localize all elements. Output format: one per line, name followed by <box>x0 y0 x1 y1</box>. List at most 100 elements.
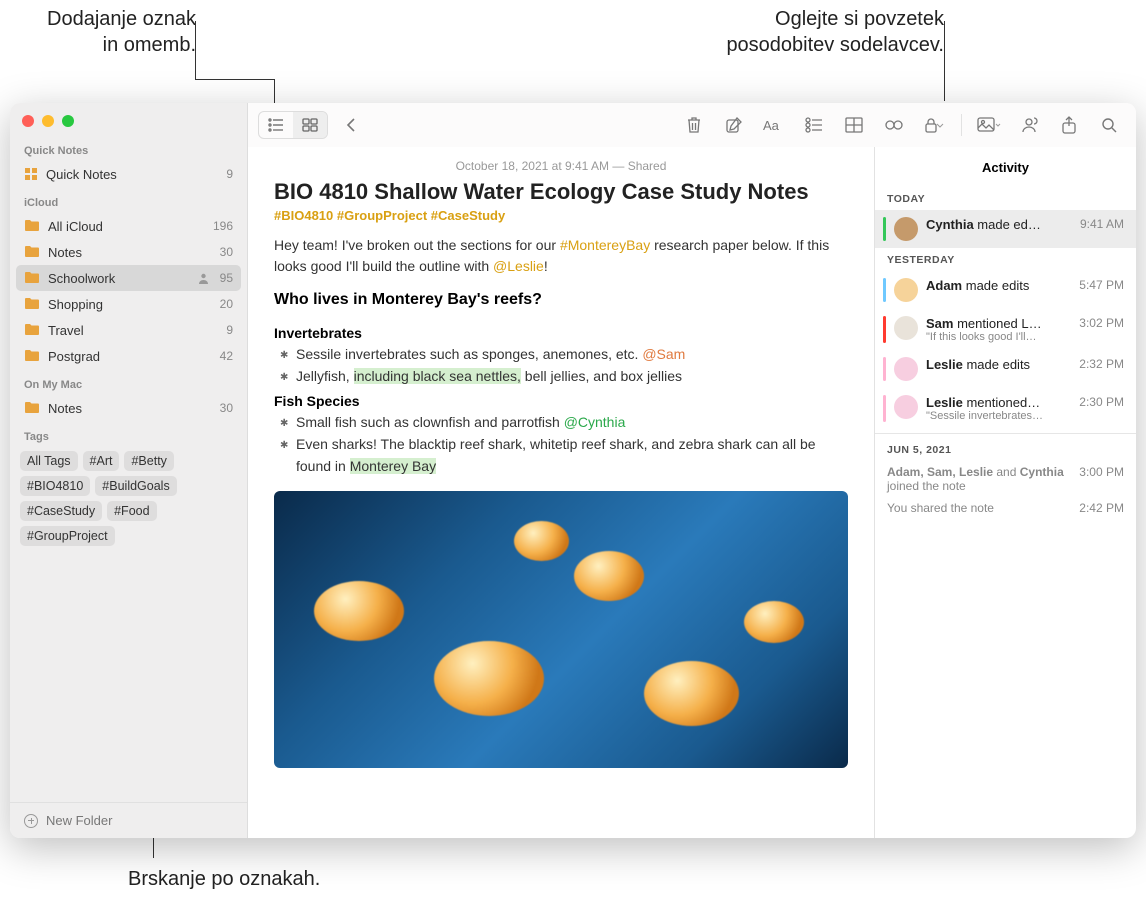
sidebar-item-label: Schoolwork <box>48 271 197 286</box>
bullet-list: Small fish such as clownfish and parrotf… <box>274 412 848 477</box>
activity-item[interactable]: Cynthia made ed… 9:41 AM <box>875 210 1136 248</box>
tag-chip[interactable]: #Food <box>107 501 156 521</box>
lock-button[interactable] <box>917 112 951 138</box>
activity-item[interactable]: Leslie made edits 2:32 PM <box>875 350 1136 388</box>
folder-icon <box>24 271 40 285</box>
checklist-button[interactable] <box>797 112 831 138</box>
activity-time: 2:42 PM <box>1079 501 1124 515</box>
folder-icon <box>24 297 40 311</box>
sidebar-item-notes[interactable]: Notes30 <box>10 239 247 265</box>
activity-edit-bar <box>883 357 886 381</box>
avatar <box>894 316 918 340</box>
callout-line <box>944 21 945 101</box>
avatar <box>894 357 918 381</box>
collaborate-button[interactable] <box>1012 112 1046 138</box>
folder-icon <box>24 401 40 415</box>
avatar <box>894 217 918 241</box>
callout-line <box>195 79 275 80</box>
note-subheading-fish: Fish Species <box>274 393 848 409</box>
window-controls <box>10 103 247 135</box>
activity-plain-item: Adam, Sam, Leslie and Cynthia joined the… <box>875 461 1136 497</box>
activity-text: Adam, Sam, Leslie and Cynthia joined the… <box>887 465 1079 493</box>
tag-chip[interactable]: #BuildGoals <box>95 476 176 496</box>
minimize-window-button[interactable] <box>42 115 54 127</box>
sidebar-item-all-icloud[interactable]: All iCloud196 <box>10 213 247 239</box>
mention-leslie[interactable]: @Leslie <box>493 258 544 274</box>
new-folder-button[interactable]: New Folder <box>10 802 247 838</box>
activity-time: 5:47 PM <box>1079 278 1124 292</box>
tag-chip[interactable]: #GroupProject <box>20 526 115 546</box>
activity-item[interactable]: Leslie mentioned… "Sessile invertebrates… <box>875 388 1136 429</box>
sidebar-item-label: Notes <box>48 401 214 416</box>
svg-text:Aa: Aa <box>763 118 780 133</box>
activity-time: 2:30 PM <box>1079 395 1124 409</box>
folder-icon <box>24 349 40 363</box>
compose-button[interactable] <box>717 112 751 138</box>
link-button[interactable] <box>877 112 911 138</box>
sidebar-item-label: Notes <box>48 245 214 260</box>
sidebar-item-count: 95 <box>220 271 233 285</box>
folder-icon <box>24 323 40 337</box>
tag-chip[interactable]: All Tags <box>20 451 78 471</box>
mention-sam[interactable]: @Sam <box>642 346 685 362</box>
note-image-attachment[interactable] <box>274 491 848 768</box>
sidebar-item-label: Travel <box>48 323 220 338</box>
hashtag-montereybay[interactable]: #MontereyBay <box>560 237 650 253</box>
table-button[interactable] <box>837 112 871 138</box>
tag-chip[interactable]: #BIO4810 <box>20 476 90 496</box>
quick-notes-icon <box>24 167 38 181</box>
note-title: BIO 4810 Shallow Water Ecology Case Stud… <box>274 179 848 205</box>
activity-section-older: JUN 5, 2021 <box>875 438 1136 461</box>
activity-text: Cynthia made ed… <box>926 217 1066 232</box>
folder-icon <box>24 245 40 259</box>
list-item: Small fish such as clownfish and parrotf… <box>296 412 848 434</box>
delete-button[interactable] <box>677 112 711 138</box>
tag-chip[interactable]: #Betty <box>124 451 173 471</box>
share-button[interactable] <box>1052 112 1086 138</box>
tag-chip[interactable]: #Art <box>83 451 120 471</box>
shared-icon <box>197 272 210 285</box>
gallery-view-button[interactable] <box>293 112 327 138</box>
format-button[interactable]: Aa <box>757 112 791 138</box>
activity-text: Leslie mentioned… <box>926 395 1065 410</box>
activity-edit-bar <box>883 316 886 343</box>
sidebar-item-label: All iCloud <box>48 219 207 234</box>
sidebar-item-quick-notes[interactable]: Quick Notes 9 <box>10 161 247 187</box>
search-button[interactable] <box>1092 112 1126 138</box>
mention-cynthia[interactable]: @Cynthia <box>564 414 626 430</box>
activity-text: You shared the note <box>887 501 1079 515</box>
activity-edit-bar <box>883 395 886 422</box>
sidebar-item-notes[interactable]: Notes30 <box>10 395 247 421</box>
close-window-button[interactable] <box>22 115 34 127</box>
app-window: Quick Notes Quick Notes 9 iCloud All iCl… <box>10 103 1136 838</box>
tag-chip[interactable]: #CaseStudy <box>20 501 102 521</box>
sidebar-section-on-my-mac: On My Mac <box>10 369 247 395</box>
activity-time: 2:32 PM <box>1079 357 1124 371</box>
sidebar-item-travel[interactable]: Travel9 <box>10 317 247 343</box>
sidebar-item-count: 9 <box>226 167 233 181</box>
sidebar: Quick Notes Quick Notes 9 iCloud All iCl… <box>10 103 248 838</box>
list-item: Jellyfish, including black sea nettles, … <box>296 366 848 388</box>
fullscreen-window-button[interactable] <box>62 115 74 127</box>
folder-icon <box>24 219 40 233</box>
media-button[interactable] <box>972 112 1006 138</box>
activity-text: Adam made edits <box>926 278 1065 293</box>
activity-item[interactable]: Sam mentioned L… "If this looks good I'l… <box>875 309 1136 350</box>
highlighted-text: Monterey Bay <box>350 458 436 474</box>
sidebar-item-postgrad[interactable]: Postgrad42 <box>10 343 247 369</box>
note-intro-paragraph: Hey team! I've broken out the sections f… <box>274 235 848 277</box>
callout-activity-summary: Oglejte si povzetek posodobitev sodelavc… <box>594 6 944 58</box>
toolbar: Aa <box>248 103 1136 147</box>
list-view-button[interactable] <box>259 112 293 138</box>
note-content[interactable]: October 18, 2021 at 9:41 AM — Shared BIO… <box>248 147 874 838</box>
list-item: Even sharks! The blacktip reef shark, wh… <box>296 434 848 477</box>
sidebar-item-schoolwork[interactable]: Schoolwork 95 <box>16 265 241 291</box>
sidebar-item-shopping[interactable]: Shopping20 <box>10 291 247 317</box>
bullet-list: Sessile invertebrates such as sponges, a… <box>274 344 848 387</box>
back-button[interactable] <box>334 112 368 138</box>
activity-item[interactable]: Adam made edits 5:47 PM <box>875 271 1136 309</box>
highlighted-text: including black sea nettles, <box>354 368 521 384</box>
activity-text: Leslie made edits <box>926 357 1065 372</box>
sidebar-item-count: 42 <box>220 349 233 363</box>
plus-circle-icon <box>24 814 38 828</box>
